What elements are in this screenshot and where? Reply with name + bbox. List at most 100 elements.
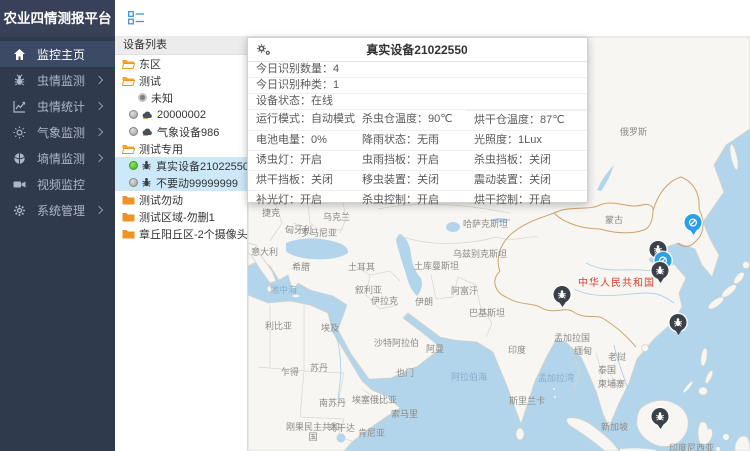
map-label: 阿曼 <box>426 342 444 355</box>
open-folder-icon <box>122 144 135 154</box>
tree-label: 20000002 <box>157 109 206 121</box>
sidebar-item-video-monitor[interactable]: 视频监控 <box>0 171 115 197</box>
sidebar-item-label: 虫情统计 <box>37 98 85 115</box>
tree-device-real-selected[interactable]: 真实设备21022550 <box>115 157 247 174</box>
tree-folder-test-dedicated[interactable]: 测试专用 <box>115 140 247 157</box>
insect-device-icon <box>141 177 152 188</box>
sidebar-item-insect-stats[interactable]: 虫情统计 <box>0 93 115 119</box>
map-label: 斯里兰卡 <box>509 394 545 407</box>
app-window: 农业四情测报平台 监控主页 虫情监测 虫情统计 <box>0 0 750 451</box>
map-label: 沙特阿拉伯 <box>374 336 419 349</box>
map-label: 也门 <box>396 366 414 379</box>
weather-station-icon <box>141 110 153 119</box>
map-label: 乍得 <box>281 365 299 378</box>
video-camera-icon <box>13 178 26 191</box>
sidebar-item-monitor-home[interactable]: 监控主页 <box>0 41 115 67</box>
tree-folder-test-nomove[interactable]: 测试勿动 <box>115 191 247 208</box>
sidebar-item-weather-monitor[interactable]: 气象监测 <box>0 119 115 145</box>
closed-folder-icon <box>122 229 135 239</box>
sidebar-item-system-settings[interactable]: 系统管理 <box>0 197 115 223</box>
device-map-marker[interactable] <box>652 408 669 425</box>
bug-icon <box>13 74 26 87</box>
tree-label: 气象设备986 <box>157 124 219 140</box>
map-label: 罗马尼亚 <box>301 226 337 239</box>
map-label: 伊拉克 <box>371 294 398 307</box>
map-label: 埃塞俄比亚 <box>352 393 397 406</box>
chevron-right-icon <box>95 76 103 84</box>
map-label: 地中海 <box>270 283 297 296</box>
popup-detail-cell: 杀虫挡板：关闭 <box>466 150 587 170</box>
chevron-right-icon <box>95 102 103 110</box>
tree-label: 不要动99999999 <box>156 175 238 191</box>
chevron-right-icon <box>95 206 103 214</box>
popup-detail-cell: 降雨状态：无雨 <box>354 130 466 150</box>
map-label: 新加坡 <box>601 420 628 433</box>
device-list-header: 设备列表 <box>115 37 247 55</box>
insect-device-icon <box>141 160 152 171</box>
sidebar-item-soil-monitor[interactable]: 墒情监测 <box>0 145 115 171</box>
map-label: 乌兹别克斯坦 <box>453 247 507 260</box>
popup-detail-cell: 震动装置：关闭 <box>466 170 587 190</box>
popup-detail-cell: 烘干控制：开启 <box>466 190 587 210</box>
device-map-marker[interactable] <box>554 286 571 303</box>
tree-device-unknown[interactable]: 未知 <box>115 89 247 106</box>
tree-device-weather-2[interactable]: 气象设备986 <box>115 123 247 140</box>
status-dot-offline <box>129 127 138 136</box>
station-marker-icon <box>688 217 699 228</box>
top-bar <box>115 0 750 37</box>
app-title: 农业四情测报平台 <box>0 0 115 37</box>
popup-detail-cell: 杀虫仓温度：90℃ <box>354 110 466 129</box>
map-label: 巴基斯坦 <box>469 306 505 319</box>
tree-label: 测试勿动 <box>139 192 183 208</box>
tree-folder-east[interactable]: 东区 <box>115 55 247 72</box>
popup-detail-cell: 运行模式：自动模式 <box>248 110 354 129</box>
chevron-right-icon <box>95 128 103 136</box>
map-label: 肯尼亚 <box>358 426 385 439</box>
closed-folder-icon <box>122 195 135 205</box>
unknown-device-icon <box>138 93 147 102</box>
bug-marker-icon <box>655 265 666 276</box>
sidebar-item-insect-monitor[interactable]: 虫情监测 <box>0 67 115 93</box>
sidebar-item-label: 视频监控 <box>37 176 85 193</box>
map-label: 伊朗 <box>415 295 433 308</box>
status-dot-online <box>129 161 138 170</box>
map-label: 泰国 <box>598 363 616 376</box>
map-label: 阿拉伯海 <box>451 370 487 383</box>
device-detail-popup: 真实设备21022550 今日识别数量：4今日识别种类：1设备状态：在线 运行模… <box>247 37 588 203</box>
globe-icon <box>13 152 26 165</box>
tree-folder-zhangqiu[interactable]: 章丘阳丘区-2个摄像头 <box>115 225 247 242</box>
tree-label: 测试专用 <box>139 141 183 157</box>
popup-stat-row: 今日识别种类：1 <box>248 78 587 94</box>
map-label: 印度尼西亚 <box>669 441 714 451</box>
popup-detail-cell: 烘干仓温度：87℃ <box>466 110 587 130</box>
panel-toggle-icon[interactable] <box>128 11 145 25</box>
device-map-marker[interactable] <box>670 314 687 331</box>
sun-icon <box>13 126 26 139</box>
map-label: 利比亚 <box>265 319 292 332</box>
popup-stat-row: 设备状态：在线 <box>248 94 587 110</box>
device-map-marker[interactable] <box>685 214 702 231</box>
map-label: 土耳其 <box>348 260 375 273</box>
map-label: 蒙古 <box>605 213 623 226</box>
device-map-marker[interactable] <box>652 262 669 279</box>
tree-folder-test-area[interactable]: 测试区域-勿删1 <box>115 208 247 225</box>
map-label: 索马里 <box>391 407 418 420</box>
sidebar-item-label: 监控主页 <box>37 46 85 63</box>
tree-label: 测试 <box>139 73 161 89</box>
weather-station-icon <box>141 127 153 136</box>
map-label: 中华人民共和国 <box>578 274 655 289</box>
tree-label: 测试区域-勿删1 <box>139 209 215 225</box>
device-list-panel: 设备列表 东区 测试 未知 20000002 气象设备986 <box>115 37 248 451</box>
closed-folder-icon <box>122 212 135 222</box>
tree-device-donottouch[interactable]: 不要动99999999 <box>115 174 247 191</box>
tree-label: 未知 <box>151 90 173 106</box>
bug-marker-icon <box>655 411 666 422</box>
tree-device-weather-1[interactable]: 20000002 <box>115 106 247 123</box>
map-label: 希腊 <box>292 260 310 273</box>
tree-folder-test[interactable]: 测试 <box>115 72 247 89</box>
map-label: 印度 <box>508 343 526 356</box>
map-label: 乌克兰 <box>323 210 350 223</box>
settings-gear-icon[interactable] <box>256 43 271 56</box>
sidebar-item-label: 墒情监测 <box>37 150 85 167</box>
popup-detail-cell: 诱虫灯：开启 <box>248 150 354 170</box>
